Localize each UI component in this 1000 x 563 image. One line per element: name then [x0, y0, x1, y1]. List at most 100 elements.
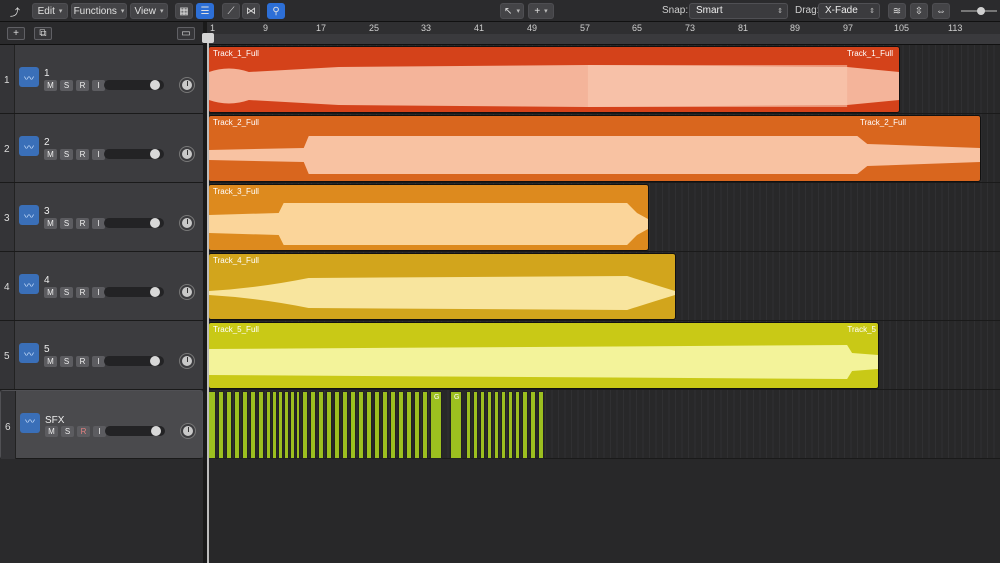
solo-button[interactable]: S: [60, 287, 73, 298]
sfx-clip[interactable]: [480, 391, 485, 459]
sfx-clip[interactable]: [473, 391, 478, 459]
mute-button[interactable]: M: [44, 149, 57, 160]
sfx-clip-grouped[interactable]: G: [430, 391, 442, 459]
sfx-clip[interactable]: [538, 391, 544, 459]
sfx-clip[interactable]: [487, 391, 492, 459]
sfx-clip[interactable]: [266, 391, 271, 459]
sfx-clip[interactable]: [242, 391, 248, 459]
solo-button[interactable]: S: [60, 149, 73, 160]
volume-fader[interactable]: [105, 426, 165, 436]
grid-view-icon[interactable]: ▦: [175, 3, 193, 19]
pointer-tool-icon[interactable]: ↖ ▾: [500, 3, 524, 19]
sfx-clip[interactable]: [272, 391, 277, 459]
sfx-clip[interactable]: [250, 391, 256, 459]
playhead[interactable]: [207, 34, 209, 563]
track-name[interactable]: 2: [44, 137, 50, 148]
pan-knob[interactable]: [180, 354, 194, 368]
sfx-clip[interactable]: [494, 391, 499, 459]
sfx-clip[interactable]: [208, 391, 216, 459]
sfx-clip[interactable]: [508, 391, 513, 459]
mute-button[interactable]: M: [44, 356, 57, 367]
track-name[interactable]: 3: [44, 206, 50, 217]
playhead-handle[interactable]: [202, 33, 214, 43]
sfx-clip[interactable]: [334, 391, 340, 459]
back-icon[interactable]: ⤴: [6, 3, 24, 19]
solo-button[interactable]: S: [61, 426, 74, 437]
audio-region[interactable]: Track_3_Full: [208, 184, 649, 251]
sfx-clip[interactable]: [326, 391, 332, 459]
sfx-clip[interactable]: [318, 391, 324, 459]
bar-ruler[interactable]: 1 9 17 25 33 41 49 57 65 73 81 89 97 105…: [207, 22, 1000, 45]
drag-select[interactable]: X-Fade ⇕: [818, 3, 880, 19]
track-header[interactable]: 5 〰 5 M S R I: [0, 321, 203, 390]
mute-button[interactable]: M: [44, 80, 57, 91]
flex-icon[interactable]: ⋈: [242, 3, 260, 19]
sfx-clip[interactable]: [226, 391, 232, 459]
list-view-icon[interactable]: ☰: [196, 3, 214, 19]
mute-button[interactable]: M: [45, 426, 58, 437]
sfx-clip[interactable]: [258, 391, 264, 459]
sfx-clip[interactable]: [342, 391, 348, 459]
add-track-button[interactable]: +: [7, 27, 25, 40]
sfx-clip[interactable]: [234, 391, 240, 459]
track-header-selected[interactable]: 6 〰 SFX M S R I: [0, 390, 203, 459]
sfx-clip[interactable]: [310, 391, 316, 459]
sfx-clip[interactable]: [422, 391, 428, 459]
horizontal-zoom-icon[interactable]: ⇔: [932, 3, 950, 19]
record-enable-button[interactable]: R: [76, 149, 89, 160]
record-enable-button[interactable]: R: [76, 218, 89, 229]
sfx-clip[interactable]: [466, 391, 471, 459]
view-menu[interactable]: View ▾: [130, 3, 168, 19]
pan-knob[interactable]: [181, 424, 195, 438]
volume-fader[interactable]: [104, 218, 164, 228]
sfx-clip[interactable]: [284, 391, 289, 459]
record-enable-button[interactable]: R: [76, 356, 89, 367]
sfx-clip[interactable]: [382, 391, 388, 459]
folder-icon[interactable]: ▭: [177, 27, 195, 40]
sfx-clip[interactable]: [366, 391, 372, 459]
sfx-clip[interactable]: [390, 391, 396, 459]
secondary-tool-icon[interactable]: + ▾: [528, 3, 554, 19]
solo-button[interactable]: S: [60, 80, 73, 91]
audio-region[interactable]: Track_1_Full Track_1_Full: [208, 46, 900, 113]
audio-waveform-icon[interactable]: 〰: [19, 136, 39, 156]
sfx-clip[interactable]: [515, 391, 520, 459]
track-name[interactable]: 1: [44, 68, 50, 79]
track-header[interactable]: 2 〰 2 M S R I: [0, 114, 203, 183]
sfx-clip[interactable]: [398, 391, 404, 459]
record-enable-button[interactable]: R: [76, 80, 89, 91]
solo-button[interactable]: S: [60, 356, 73, 367]
sfx-clip[interactable]: [358, 391, 364, 459]
volume-fader[interactable]: [104, 356, 164, 366]
solo-button[interactable]: S: [60, 218, 73, 229]
catch-playhead-icon[interactable]: ⚲: [267, 3, 285, 19]
vertical-zoom-icon[interactable]: ⇳: [910, 3, 928, 19]
pan-knob[interactable]: [180, 147, 194, 161]
track-name[interactable]: 4: [44, 275, 50, 286]
audio-waveform-icon[interactable]: 〰: [19, 205, 39, 225]
sfx-clip[interactable]: [290, 391, 295, 459]
audio-waveform-icon[interactable]: 〰: [19, 67, 39, 87]
zoom-slider[interactable]: [958, 3, 998, 19]
automation-icon[interactable]: ⟋: [222, 3, 240, 19]
sfx-clip[interactable]: [218, 391, 224, 459]
sfx-clip[interactable]: [530, 391, 536, 459]
volume-fader[interactable]: [104, 80, 164, 90]
audio-waveform-icon[interactable]: 〰: [20, 413, 40, 433]
sfx-clip[interactable]: [501, 391, 506, 459]
volume-fader[interactable]: [104, 287, 164, 297]
track-name[interactable]: 5: [44, 344, 50, 355]
arrange-area[interactable]: Track_1_Full Track_1_Full Track_2_Full T…: [207, 45, 1000, 563]
sfx-clip[interactable]: [406, 391, 412, 459]
audio-region[interactable]: Track_4_Full: [208, 253, 676, 320]
volume-fader[interactable]: [104, 149, 164, 159]
duplicate-track-icon[interactable]: ⧉: [34, 27, 52, 40]
cycle-area[interactable]: [207, 34, 1000, 44]
sfx-clip[interactable]: [374, 391, 380, 459]
sfx-clip-grouped[interactable]: G: [450, 391, 462, 459]
record-enable-button[interactable]: R: [77, 426, 90, 437]
pan-knob[interactable]: [180, 285, 194, 299]
sfx-clip[interactable]: [414, 391, 420, 459]
audio-region[interactable]: Track_5_Full Track_5: [208, 322, 879, 389]
pan-knob[interactable]: [180, 216, 194, 230]
